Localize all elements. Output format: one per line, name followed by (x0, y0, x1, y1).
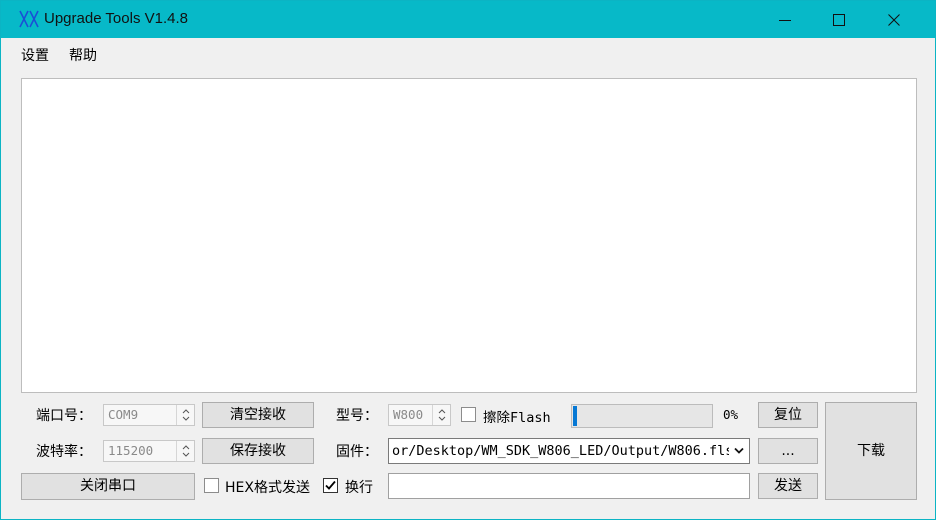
app-logo-icon (19, 10, 39, 28)
browse-button[interactable]: ... (758, 438, 818, 464)
minimize-button[interactable] (758, 1, 812, 38)
minimize-icon (779, 20, 791, 21)
reset-label: 复位 (774, 407, 802, 423)
title-bar[interactable]: Upgrade Tools V1.4.8 (1, 1, 935, 38)
port-label: 端口号： (36, 408, 92, 424)
baud-select[interactable]: 115200 (103, 440, 195, 462)
close-icon (888, 14, 900, 26)
browse-label: ... (781, 443, 795, 459)
window-title: Upgrade Tools V1.4.8 (44, 10, 188, 27)
maximize-button[interactable] (812, 1, 866, 38)
hex-send-label: HEX格式发送 (225, 480, 310, 496)
send-input[interactable] (388, 473, 750, 499)
spin-arrows-icon[interactable] (176, 441, 194, 461)
download-progress-bar (571, 404, 713, 428)
baud-label: 波特率： (36, 444, 92, 460)
receive-text-area[interactable] (21, 78, 917, 393)
port-select[interactable]: COM9 (103, 404, 195, 426)
save-receive-label: 保存接收 (230, 443, 286, 459)
close-button[interactable] (867, 1, 921, 38)
menu-bar: 设置 帮助 (1, 38, 935, 68)
baud-value: 115200 (108, 443, 154, 458)
download-label: 下载 (857, 443, 885, 459)
upgrade-tools-window: Upgrade Tools V1.4.8 设置 帮助 端口号： COM9 清空接… (0, 0, 936, 520)
clear-receive-label: 清空接收 (230, 407, 286, 423)
model-value: W800 (393, 407, 424, 422)
erase-flash-label: 擦除Flash (483, 410, 551, 426)
send-label: 发送 (774, 478, 802, 494)
download-button[interactable]: 下载 (825, 402, 917, 500)
chevron-down-icon[interactable] (729, 439, 749, 463)
close-port-button[interactable]: 关闭串口 (21, 473, 195, 500)
spin-arrows-icon[interactable] (432, 405, 450, 425)
firmware-label: 固件： (336, 444, 378, 460)
save-receive-button[interactable]: 保存接收 (202, 438, 314, 464)
firmware-path: or/Desktop/WM_SDK_W806_LED/Output/W806.f… (392, 443, 734, 459)
progress-fill (573, 406, 578, 426)
spin-arrows-icon[interactable] (176, 405, 194, 425)
hex-send-checkbox[interactable] (204, 478, 219, 493)
firmware-path-combo[interactable]: or/Desktop/WM_SDK_W806_LED/Output/W806.f… (388, 438, 750, 464)
newline-checkbox[interactable] (323, 478, 338, 493)
erase-flash-checkbox[interactable] (461, 407, 476, 422)
clear-receive-button[interactable]: 清空接收 (202, 402, 314, 428)
newline-label: 换行 (345, 480, 373, 496)
close-port-label: 关闭串口 (80, 478, 136, 494)
maximize-icon (833, 14, 845, 26)
progress-percent: 0% (723, 407, 739, 422)
menu-help[interactable]: 帮助 (69, 45, 97, 65)
model-select[interactable]: W800 (388, 404, 451, 426)
checkmark-icon (325, 480, 336, 490)
menu-settings[interactable]: 设置 (21, 45, 49, 65)
model-label: 型号： (336, 408, 378, 424)
port-value: COM9 (108, 407, 139, 422)
reset-button[interactable]: 复位 (758, 402, 818, 428)
send-button[interactable]: 发送 (758, 473, 818, 499)
